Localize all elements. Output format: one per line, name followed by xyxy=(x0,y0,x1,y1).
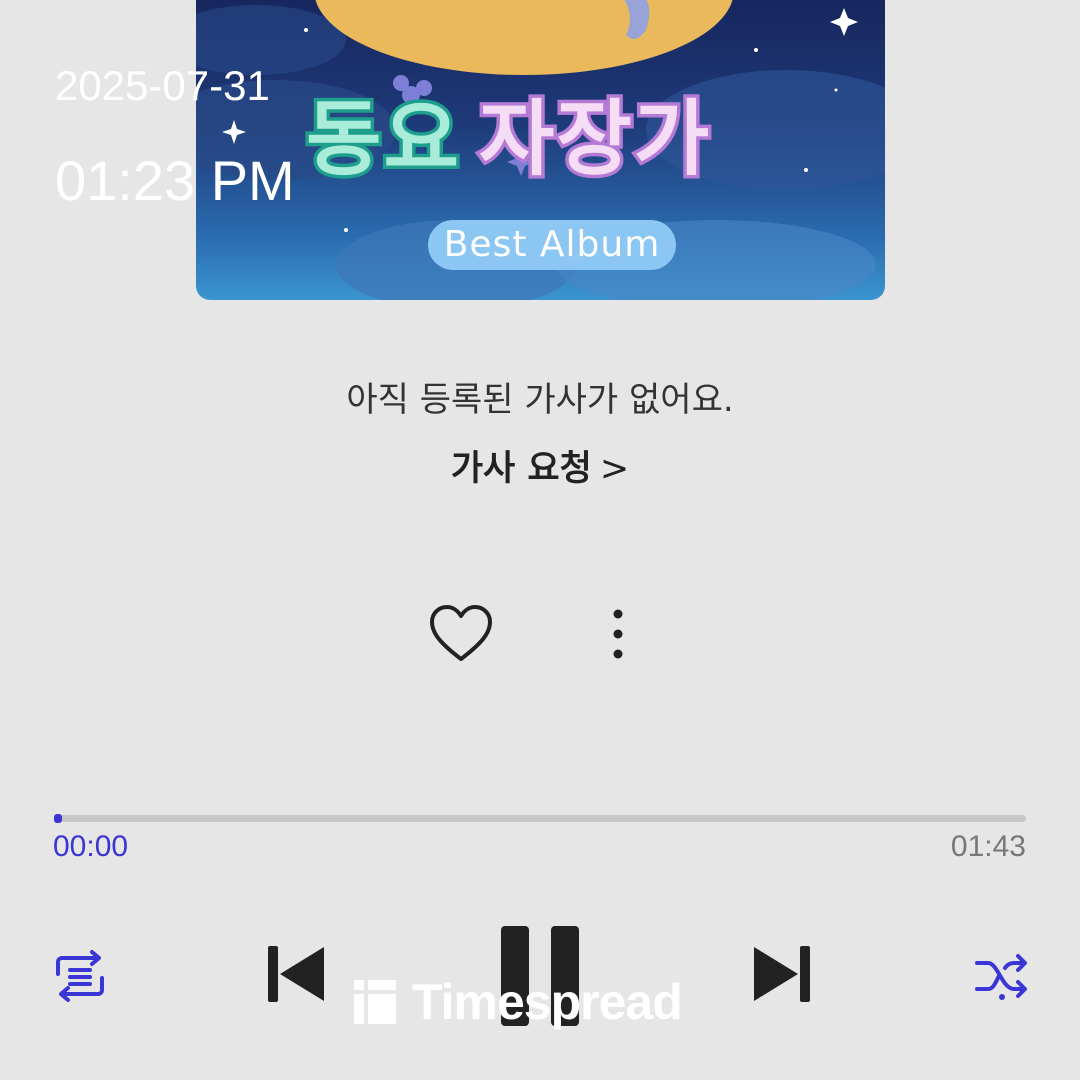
album-badge: Best Album xyxy=(428,220,676,270)
repeat-list-icon[interactable] xyxy=(52,950,108,1002)
progress-bar[interactable] xyxy=(54,814,1026,823)
skip-previous-icon[interactable] xyxy=(266,944,326,1004)
heart-outline-icon[interactable] xyxy=(428,603,494,665)
album-art: 동요 자장가 Best Album xyxy=(196,0,885,300)
chevron-right-icon: > xyxy=(599,449,630,489)
lyrics-empty-message: 아직 등록된 가사가 없어요. xyxy=(346,380,734,420)
shuffle-icon[interactable] xyxy=(974,951,1030,1001)
album-title-part1: 동요 xyxy=(303,89,463,191)
timespread-logo-icon xyxy=(354,980,396,1024)
album-title: 동요 자장가 xyxy=(303,72,713,191)
vertical-dots-icon[interactable] xyxy=(603,606,633,662)
overlay-time: 01:23 PM xyxy=(55,149,295,212)
album-title-part2: 자장가 xyxy=(475,89,712,191)
watermark-text: Timespread xyxy=(412,974,683,1030)
current-time: 00:00 xyxy=(53,830,129,863)
lyrics-request-label: 가사 요청 xyxy=(450,449,592,489)
progress-fill xyxy=(54,814,62,823)
lyrics-request-button[interactable]: 가사 요청 > xyxy=(0,440,1080,491)
skip-next-icon[interactable] xyxy=(752,944,812,1004)
watermark: Timespread xyxy=(354,974,683,1030)
total-time: 01:43 xyxy=(950,830,1026,863)
overlay-date: 2025-07-31 xyxy=(55,62,270,109)
